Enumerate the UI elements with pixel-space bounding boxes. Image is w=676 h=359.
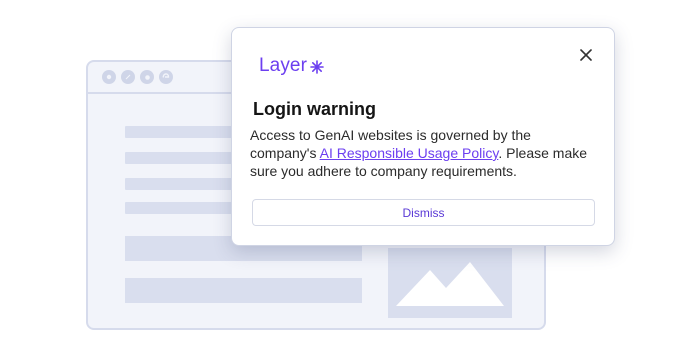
image-placeholder [388,248,512,318]
logo-text: Layer [259,55,308,76]
sparkle-icon [310,59,324,74]
policy-link[interactable]: AI Responsible Usage Policy [320,145,499,161]
stage: Layer Login warning Access to GenAI webs… [0,0,676,359]
safari-icon [121,70,135,84]
edge-icon [159,70,173,84]
close-icon [580,49,592,61]
modal-title: Login warning [253,99,376,119]
chrome-icon [102,70,116,84]
brand-logo: Layer [259,55,325,77]
login-warning-modal: Layer Login warning Access to GenAI webs… [231,27,615,246]
close-button[interactable] [576,45,596,65]
mountain-icon [396,262,504,306]
dismiss-button[interactable]: Dismiss [252,199,595,226]
browser-icons [102,70,173,84]
firefox-icon [140,70,154,84]
modal-message: Access to GenAI websites is governed by … [250,126,600,180]
content-block [125,278,362,303]
